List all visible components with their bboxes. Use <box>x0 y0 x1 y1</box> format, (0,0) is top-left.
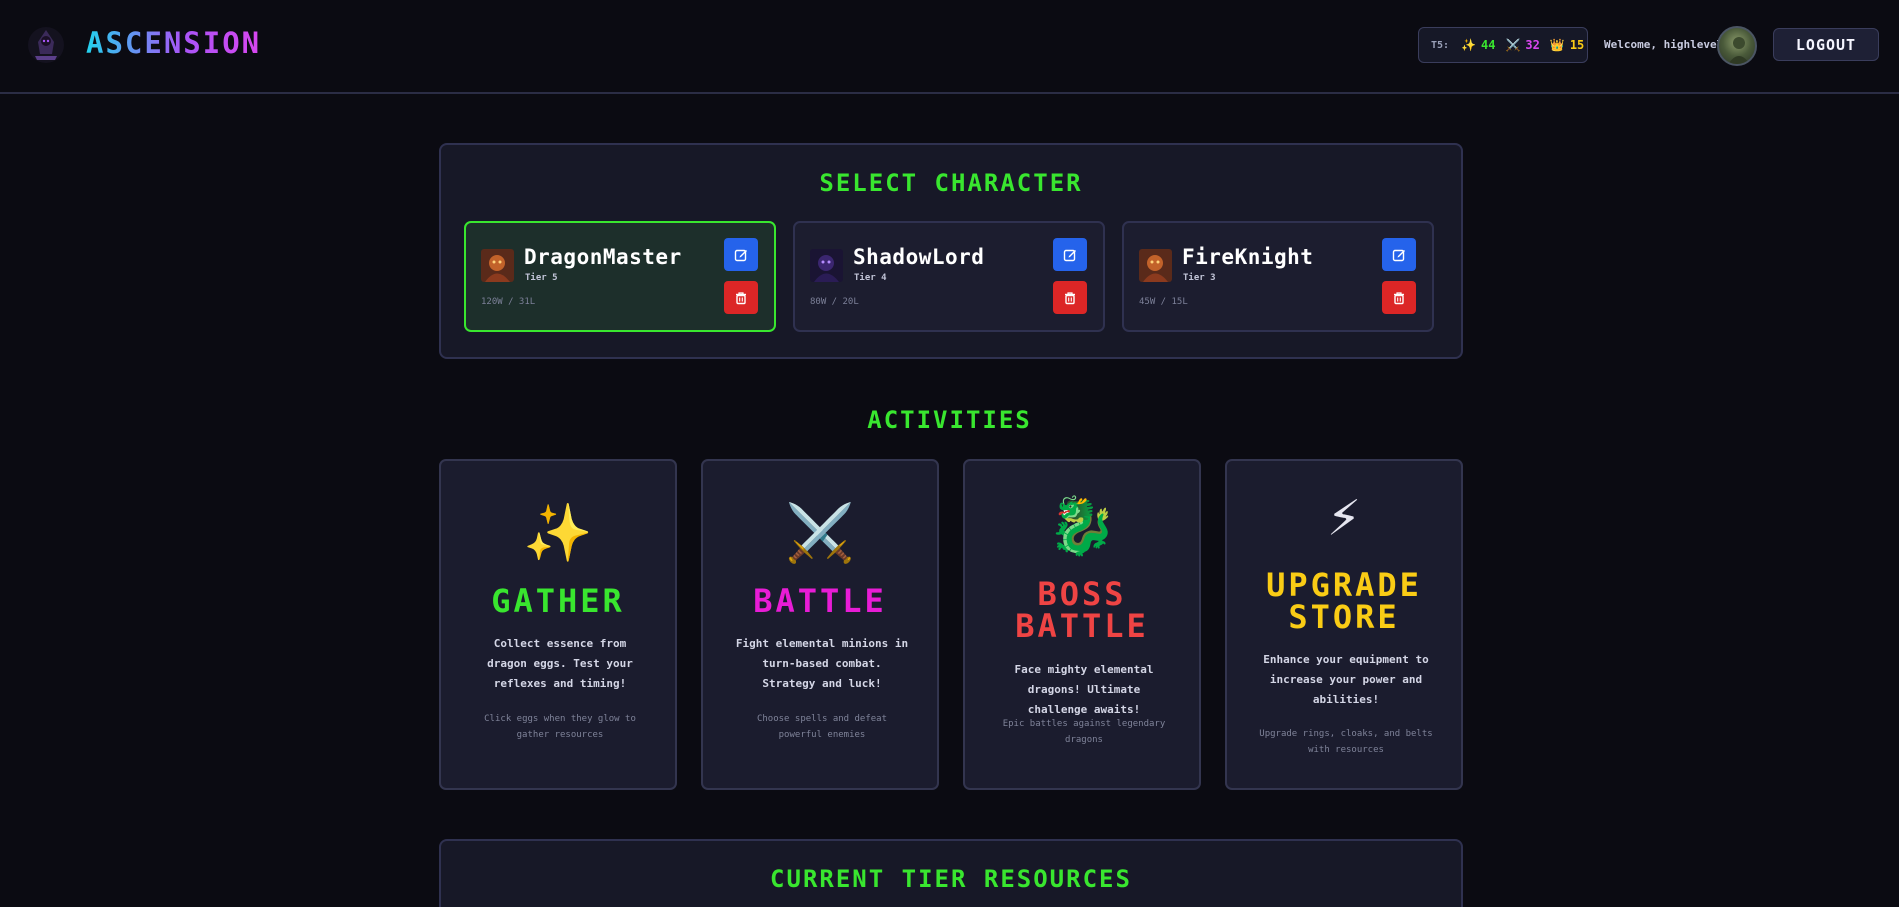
activity-card-upgrade-store[interactable]: ⚡ UPGRADE STORE Enhance your equipment t… <box>1225 459 1463 790</box>
tier-label: T5: <box>1431 39 1450 51</box>
character-name: ShadowLord <box>853 245 985 269</box>
character-record: 120W / 31L <box>481 297 536 307</box>
activity-card-battle[interactable]: ⚔️ BATTLE Fight elemental minions in tur… <box>701 459 939 790</box>
activity-description: Fight elemental minions in turn-based co… <box>735 637 909 690</box>
resource-essence: ✨ 44 <box>1461 38 1495 52</box>
crossed-swords-icon: ⚔️ <box>1505 38 1521 52</box>
activity-title: GATHER <box>491 582 625 620</box>
edit-character-button[interactable] <box>724 238 758 271</box>
character-name: FireKnight <box>1182 245 1314 269</box>
sparkle-icon: ✨ <box>1461 38 1477 52</box>
delete-character-button[interactable] <box>724 281 758 314</box>
activity-hint: Upgrade rings, cloaks, and belts with re… <box>1259 729 1433 755</box>
character-name: DragonMaster <box>524 245 682 269</box>
crown-icon: 👑 <box>1549 38 1565 52</box>
edit-icon <box>1063 249 1076 261</box>
character-portrait-icon <box>1139 249 1172 282</box>
character-tier: Tier 5 <box>525 273 558 283</box>
top-header: ASCENSION T5: ✨ 44 ⚔️ 32 👑 15 Welcome, h… <box>0 0 1899 94</box>
logout-button[interactable]: LOGOUT <box>1773 28 1879 61</box>
activity-description: Face mighty elemental dragons! Ultimate … <box>1014 663 1154 716</box>
edit-icon <box>734 249 747 261</box>
lightning-icon: ⚡ <box>1327 484 1361 549</box>
activity-hint: Choose spells and defeat powerful enemie… <box>756 714 888 740</box>
crossed-swords-icon: ⚔️ <box>785 501 855 566</box>
activities-title: ACTIVITIES <box>867 406 1032 434</box>
current-tier-resources-panel: CURRENT TIER RESOURCES <box>439 839 1463 907</box>
trash-icon <box>1065 291 1075 304</box>
resource-crown: 👑 15 <box>1550 38 1584 52</box>
activity-description: Enhance your equipment to increase your … <box>1263 653 1429 706</box>
sparkles-icon: ✨ <box>523 501 593 566</box>
avatar-portrait-icon <box>1728 37 1750 64</box>
character-record: 45W / 15L <box>1139 297 1188 307</box>
edit-character-button[interactable] <box>1053 238 1087 271</box>
resource-value: 32 <box>1525 38 1540 52</box>
character-portrait-icon <box>810 249 843 282</box>
tier-resources-summary: T5: ✨ 44 ⚔️ 32 👑 15 <box>1418 27 1588 63</box>
dragon-icon: 🐉 <box>1047 494 1117 559</box>
activity-description: Collect essence from dragon eggs. Test y… <box>487 637 633 690</box>
user-avatar[interactable] <box>1717 26 1757 66</box>
activity-title: UPGRADE STORE <box>1266 566 1422 636</box>
character-tier: Tier 3 <box>1183 273 1216 283</box>
trash-icon <box>736 291 746 304</box>
resource-value: 15 <box>1569 38 1585 52</box>
activity-hint: Click eggs when they glow to gather reso… <box>484 714 636 740</box>
character-card-fireknight[interactable]: FireKnight Tier 3 45W / 15L <box>1122 221 1434 332</box>
activity-title: BATTLE <box>753 582 887 620</box>
character-card-shadowlord[interactable]: ShadowLord Tier 4 80W / 20L <box>793 221 1105 332</box>
resource-battle: ⚔️ 32 <box>1505 38 1539 52</box>
character-tier: Tier 4 <box>854 273 887 283</box>
character-portrait-icon <box>481 249 514 282</box>
ascension-logo-icon[interactable] <box>27 26 65 64</box>
activity-card-boss-battle[interactable]: 🐉 BOSS BATTLE Face mighty elemental drag… <box>963 459 1201 790</box>
edit-icon <box>1392 249 1405 261</box>
edit-character-button[interactable] <box>1382 238 1416 271</box>
resource-value: 44 <box>1481 38 1496 52</box>
activity-hint: Epic battles against legendary dragons <box>1002 719 1166 745</box>
brand-title[interactable]: ASCENSION <box>86 26 261 60</box>
current-tier-resources-title: CURRENT TIER RESOURCES <box>770 865 1132 893</box>
delete-character-button[interactable] <box>1382 281 1416 314</box>
character-record: 80W / 20L <box>810 297 859 307</box>
activity-card-gather[interactable]: ✨ GATHER Collect essence from dragon egg… <box>439 459 677 790</box>
welcome-text: Welcome, highlevel <box>1604 38 1724 51</box>
activity-title: BOSS BATTLE <box>1015 575 1149 645</box>
character-card-dragonmaster[interactable]: DragonMaster Tier 5 120W / 31L <box>464 221 776 332</box>
trash-icon <box>1394 291 1404 304</box>
select-character-title: SELECT CHARACTER <box>819 169 1083 197</box>
delete-character-button[interactable] <box>1053 281 1087 314</box>
